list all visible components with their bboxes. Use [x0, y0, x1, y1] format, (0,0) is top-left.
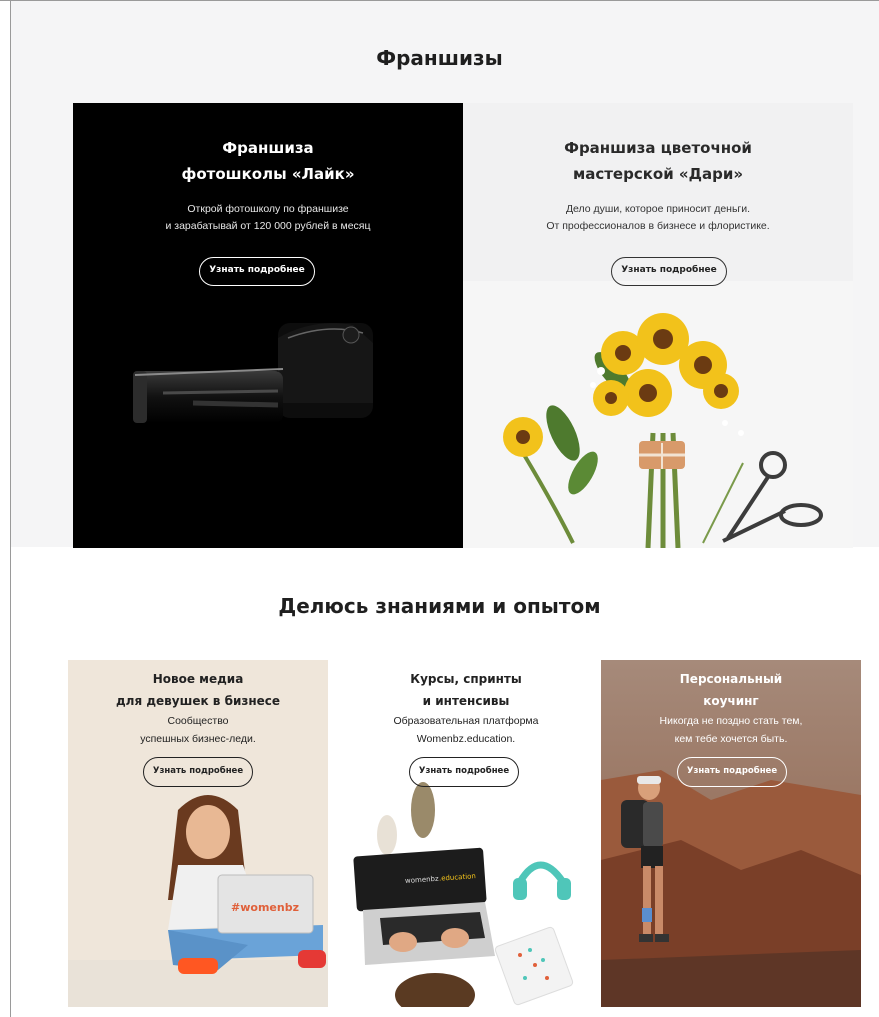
card-desc-line: успешных бизнес-леди.: [140, 733, 256, 745]
card-desc-line: Womenbz.education.: [416, 733, 516, 745]
franchise-card-title: Франшиза фотошколы «Лайк»: [73, 135, 463, 187]
card-title-line: фотошколы «Лайк»: [181, 165, 355, 183]
knowledge-card-title: Новое медиа для девушек в бизнесе: [68, 668, 328, 712]
card-desc-line: Дело души, которое приносит деньги.: [565, 203, 751, 215]
learn-more-button[interactable]: Узнать подробнее: [611, 257, 727, 286]
card-desc-line: и зарабатывай от 120 000 рублей в месяц: [165, 220, 371, 232]
card-title-line: и интенсивы: [422, 694, 510, 708]
knowledge-card-media[interactable]: #womenbz Новое медиа для девушек в бизне…: [68, 660, 328, 1007]
knowledge-card-title: Курсы, спринты и интенсивы: [335, 668, 597, 712]
card-title-line: Франшиза цветочной: [564, 139, 752, 157]
knowledge-card-courses[interactable]: womenbz .education Курсы, спринты и инте…: [335, 660, 597, 1007]
card-title-line: Франшиза: [222, 139, 314, 157]
knowledge-card-description: Никогда не поздно стать тем, кем тебе хо…: [601, 712, 861, 748]
card-title-line: мастерской «Дари»: [572, 165, 744, 183]
card-title-line: коучинг: [703, 694, 759, 708]
knowledge-card-description: Образовательная платформа Womenbz.educat…: [335, 712, 597, 748]
franchise-card-description: Дело души, которое приносит деньги. От п…: [463, 201, 853, 235]
card-title-line: Персональный: [679, 672, 783, 686]
card-title-line: для девушек в бизнесе: [115, 694, 281, 708]
learn-more-button[interactable]: Узнать подробнее: [409, 757, 519, 787]
franchise-card-photoschool[interactable]: Франшиза фотошколы «Лайк» Открой фотошко…: [73, 103, 463, 548]
card-title-line: Новое медиа: [152, 672, 244, 686]
card-desc-line: Никогда не поздно стать тем,: [659, 715, 803, 727]
knowledge-card-description: Сообщество успешных бизнес-леди.: [68, 712, 328, 748]
card-desc-line: Открой фотошколу по франшизе: [187, 203, 349, 215]
knowledge-card-title: Персональный коучинг: [601, 668, 861, 712]
knowledge-card-coaching[interactable]: Персональный коучинг Никогда не поздно с…: [601, 660, 861, 1007]
card-title-line: Курсы, спринты: [410, 672, 522, 686]
learn-more-button[interactable]: Узнать подробнее: [143, 757, 253, 787]
card-desc-line: кем тебе хочется быть.: [674, 733, 788, 745]
franchise-card-title: Франшиза цветочной мастерской «Дари»: [463, 135, 853, 187]
learn-more-button[interactable]: Узнать подробнее: [677, 757, 787, 787]
card-desc-line: От профессионалов в бизнесе и флористике…: [546, 220, 770, 232]
franchise-section-title: Франшизы: [376, 46, 503, 70]
learn-more-button[interactable]: Узнать подробнее: [199, 257, 315, 286]
card-desc-line: Сообщество: [167, 715, 229, 727]
laptop-brand-text: #womenbz: [231, 901, 299, 914]
card-desc-line: Образовательная платформа: [393, 715, 539, 727]
franchise-card-flowers[interactable]: Франшиза цветочной мастерской «Дари» Дел…: [463, 103, 853, 548]
franchise-card-description: Открой фотошколу по франшизе и зарабатыв…: [73, 201, 463, 235]
knowledge-section-title: Делюсь знаниями и опытом: [278, 594, 601, 618]
